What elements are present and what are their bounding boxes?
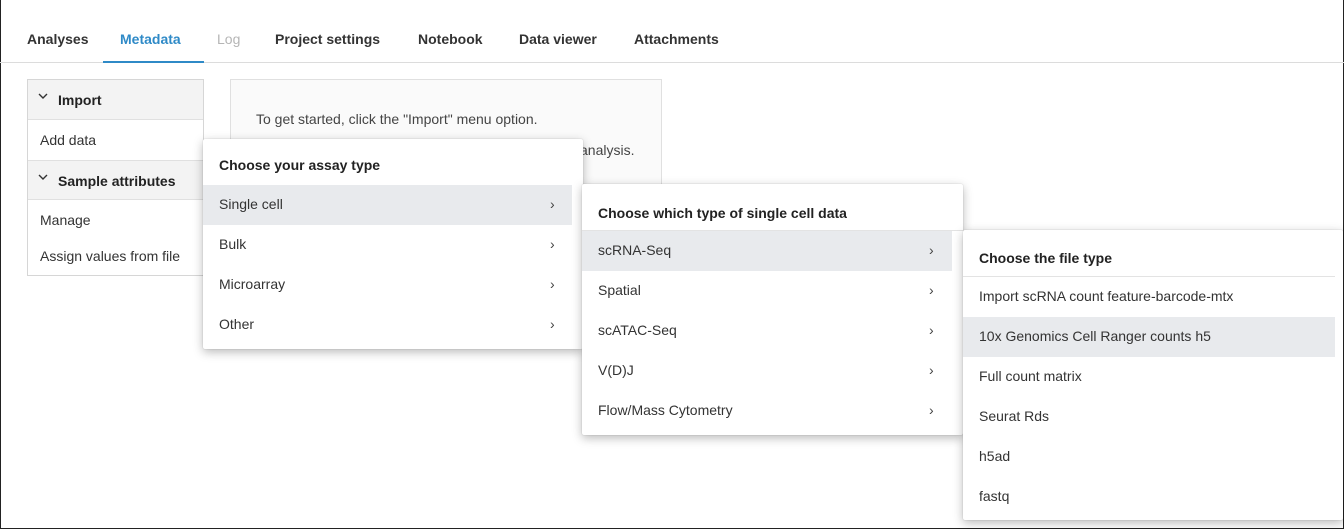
tab-metadata[interactable]: Metadata	[120, 31, 181, 47]
menu-item-label: Spatial	[598, 282, 641, 298]
menu-item-label: Full count matrix	[979, 368, 1082, 384]
chevron-down-icon	[38, 174, 48, 180]
chevron-right-icon: ›	[929, 242, 934, 258]
chevron-right-icon: ›	[929, 362, 934, 378]
sample-attributes-section-header[interactable]: Sample attributes	[28, 160, 203, 200]
menu-item-label: Single cell	[219, 196, 283, 212]
chevron-right-icon: ›	[550, 236, 555, 252]
menu-item-label: Other	[219, 316, 255, 332]
menu-item-scatac-seq[interactable]: scATAC-Seq ›	[582, 311, 952, 351]
menu-item-label: Microarray	[219, 276, 286, 292]
assay-type-menu: Choose your assay type Single cell › Bul…	[203, 139, 583, 349]
menu-item-label: scRNA-Seq	[598, 242, 672, 258]
sidebar-item-add-data[interactable]: Add data	[40, 132, 96, 148]
menu-item-label: 10x Genomics Cell Ranger counts h5	[979, 328, 1211, 344]
menu-item-vdj[interactable]: V(D)J ›	[582, 351, 952, 391]
file-type-menu-title: Choose the file type	[979, 250, 1113, 266]
chevron-right-icon: ›	[929, 322, 934, 338]
tab-data-viewer[interactable]: Data viewer	[519, 31, 597, 47]
single-cell-menu-title: Choose which type of single cell data	[598, 205, 847, 221]
sidebar-item-manage[interactable]: Manage	[40, 212, 91, 228]
chevron-right-icon: ›	[550, 196, 555, 212]
menu-item-label: Bulk	[219, 236, 247, 252]
sample-attributes-section-label: Sample attributes	[58, 173, 176, 189]
menu-item-label: V(D)J	[598, 362, 634, 378]
menu-item-seurat-rds[interactable]: Seurat Rds	[963, 397, 1335, 437]
chevron-right-icon: ›	[929, 402, 934, 418]
active-tab-indicator	[103, 61, 204, 63]
getting-started-text-continued: analysis.	[580, 142, 635, 158]
menu-item-cell-ranger-h5[interactable]: 10x Genomics Cell Ranger counts h5	[963, 317, 1335, 357]
chevron-down-icon	[38, 93, 48, 99]
tab-project-settings[interactable]: Project settings	[275, 31, 380, 47]
menu-item-label: fastq	[979, 488, 1010, 504]
menu-item-other[interactable]: Other ›	[203, 305, 572, 345]
chevron-right-icon: ›	[550, 316, 555, 332]
menu-item-spatial[interactable]: Spatial ›	[582, 271, 952, 311]
import-section-label: Import	[58, 92, 102, 108]
tab-analyses[interactable]: Analyses	[27, 31, 88, 47]
menu-item-label: scATAC-Seq	[598, 322, 677, 338]
tab-log[interactable]: Log	[217, 31, 240, 47]
menu-item-full-count-matrix[interactable]: Full count matrix	[963, 357, 1335, 397]
menu-item-single-cell[interactable]: Single cell ›	[203, 185, 572, 225]
menu-item-label: Seurat Rds	[979, 408, 1050, 424]
single-cell-type-menu: Choose which type of single cell data sc…	[582, 184, 963, 435]
menu-item-h5ad[interactable]: h5ad	[963, 437, 1335, 477]
import-section-header[interactable]: Import	[28, 80, 203, 120]
menu-item-scrna-seq[interactable]: scRNA-Seq ›	[582, 231, 952, 271]
chevron-right-icon: ›	[550, 276, 555, 292]
file-type-menu: Choose the file type Import scRNA count …	[963, 230, 1343, 520]
chevron-right-icon: ›	[929, 282, 934, 298]
tab-bar: Analyses Metadata Log Project settings N…	[0, 0, 1344, 63]
tab-attachments[interactable]: Attachments	[634, 31, 719, 47]
menu-item-microarray[interactable]: Microarray ›	[203, 265, 572, 305]
assay-type-menu-title: Choose your assay type	[219, 157, 381, 173]
sidebar-item-assign-values[interactable]: Assign values from file	[40, 248, 180, 264]
menu-item-label: Import scRNA count feature-barcode-mtx	[979, 288, 1234, 304]
menu-item-label: h5ad	[979, 448, 1011, 464]
menu-item-bulk[interactable]: Bulk ›	[203, 225, 572, 265]
menu-item-feature-barcode-mtx[interactable]: Import scRNA count feature-barcode-mtx	[963, 277, 1335, 317]
menu-item-flow-mass-cytometry[interactable]: Flow/Mass Cytometry ›	[582, 391, 952, 431]
menu-item-fastq[interactable]: fastq	[963, 477, 1335, 517]
tab-notebook[interactable]: Notebook	[418, 31, 483, 47]
menu-item-label: Flow/Mass Cytometry	[598, 402, 733, 418]
metadata-sidebar: Import Add data Sample attributes Manage…	[27, 79, 204, 276]
getting-started-text: To get started, click the "Import" menu …	[256, 111, 538, 127]
